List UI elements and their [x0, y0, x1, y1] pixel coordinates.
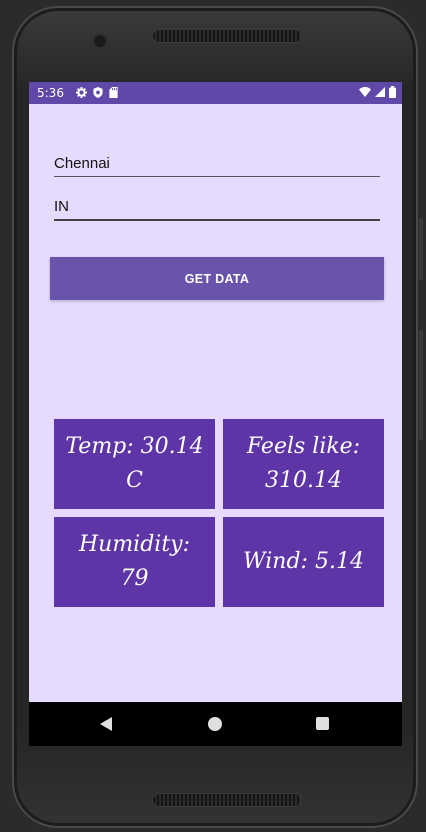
gear-icon	[75, 86, 87, 100]
battery-icon	[389, 86, 396, 100]
country-input[interactable]	[54, 193, 380, 221]
navigation-bar	[29, 702, 402, 746]
app-screen: 5:36 GET DATA Temp: 3	[29, 82, 402, 746]
humidity-tile: Humidity: 79	[54, 517, 215, 607]
wifi-icon	[359, 87, 371, 99]
bottom-speaker	[153, 794, 301, 806]
signal-icon	[375, 87, 385, 99]
sd-card-icon	[109, 86, 118, 100]
status-time: 5:36	[37, 86, 64, 100]
feels-like-label: Feels like: 310.14	[246, 434, 361, 493]
status-bar: 5:36	[29, 82, 402, 104]
shield-icon	[93, 86, 103, 100]
volume-button	[419, 218, 423, 280]
humidity-label: Humidity: 79	[78, 532, 191, 591]
back-icon[interactable]	[100, 717, 112, 731]
city-input[interactable]	[54, 150, 380, 177]
feels-like-tile: Feels like: 310.14	[223, 419, 384, 509]
temp-label: Temp: 30.14 C	[65, 434, 204, 493]
power-button	[419, 330, 423, 440]
temp-tile: Temp: 30.14 C	[54, 419, 215, 509]
home-icon[interactable]	[208, 717, 222, 731]
get-data-button[interactable]: GET DATA	[50, 257, 384, 300]
wind-label: Wind: 5.14	[243, 549, 364, 574]
recents-icon[interactable]	[316, 717, 329, 730]
wind-tile: Wind: 5.14	[223, 517, 384, 607]
front-camera	[94, 35, 106, 47]
top-speaker	[153, 30, 301, 42]
